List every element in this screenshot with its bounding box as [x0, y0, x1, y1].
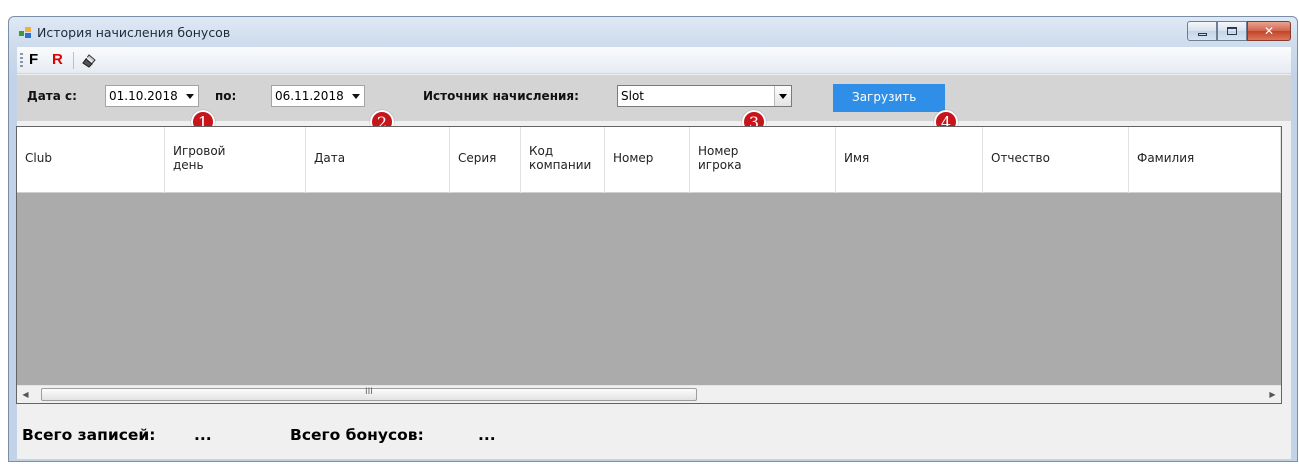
column-header-number[interactable]: Номер [605, 127, 690, 193]
toolbar-r-button[interactable]: R [52, 51, 63, 68]
toolbar-separator [73, 52, 74, 69]
maximize-button[interactable] [1217, 21, 1247, 41]
date-from-value: 01.10.2018 [109, 89, 178, 103]
toolstrip-grip[interactable] [20, 53, 23, 69]
chevron-down-icon[interactable] [352, 94, 360, 99]
source-value: Slot [621, 89, 644, 103]
scroll-right-icon[interactable]: ▶ [1264, 386, 1281, 403]
date-to-label: по: [215, 89, 237, 103]
column-header-date[interactable]: Дата [306, 127, 450, 193]
total-bonuses-value: ... [478, 426, 496, 444]
grid-header: Club Игровой день Дата Серия Код компани… [17, 127, 1281, 193]
column-header-patronymic[interactable]: Отчество [983, 127, 1129, 193]
bonus-history-grid[interactable]: Club Игровой день Дата Серия Код компани… [16, 126, 1282, 404]
column-header-player-number[interactable]: Номер игрока [690, 127, 836, 193]
column-header-company-code[interactable]: Код компании [521, 127, 605, 193]
toolbar-f-button[interactable]: F [29, 51, 38, 68]
app-icon [19, 27, 31, 38]
column-header-game-day[interactable]: Игровой день [165, 127, 306, 193]
source-combobox[interactable]: Slot [617, 85, 792, 107]
total-records-value: ... [194, 426, 212, 444]
close-button[interactable]: ✕ [1247, 21, 1291, 41]
load-button[interactable]: Загрузить [833, 84, 945, 112]
chevron-down-icon[interactable] [774, 86, 791, 106]
toolstrip: F R [17, 47, 1291, 74]
minimize-button[interactable] [1187, 21, 1217, 41]
scroll-left-icon[interactable]: ◀ [17, 386, 34, 403]
date-from-label: Дата с: [27, 89, 77, 103]
maximize-icon [1227, 27, 1237, 35]
title-bar[interactable]: История начисления бонусов ✕ [9, 17, 1297, 47]
window-title: История начисления бонусов [37, 25, 231, 40]
eraser-icon[interactable] [80, 52, 97, 69]
column-header-first-name[interactable]: Имя [836, 127, 983, 193]
source-label: Источник начисления: [423, 89, 579, 103]
column-header-last-name[interactable]: Фамилия [1129, 127, 1281, 193]
chevron-down-icon[interactable] [186, 94, 194, 99]
horizontal-scrollbar[interactable]: ◀ III ▶ [17, 385, 1281, 403]
total-records-label: Всего записей: [22, 426, 156, 444]
total-bonuses-label: Всего бонусов: [290, 426, 424, 444]
scroll-thumb[interactable]: III [41, 387, 697, 401]
close-icon: ✕ [1263, 24, 1275, 38]
column-header-series[interactable]: Серия [450, 127, 521, 193]
date-to-picker[interactable]: 06.11.2018 [271, 85, 365, 107]
date-to-value: 06.11.2018 [275, 89, 344, 103]
column-header-club[interactable]: Club [17, 127, 165, 193]
date-from-picker[interactable]: 01.10.2018 [105, 85, 199, 107]
minimize-icon [1197, 32, 1207, 36]
